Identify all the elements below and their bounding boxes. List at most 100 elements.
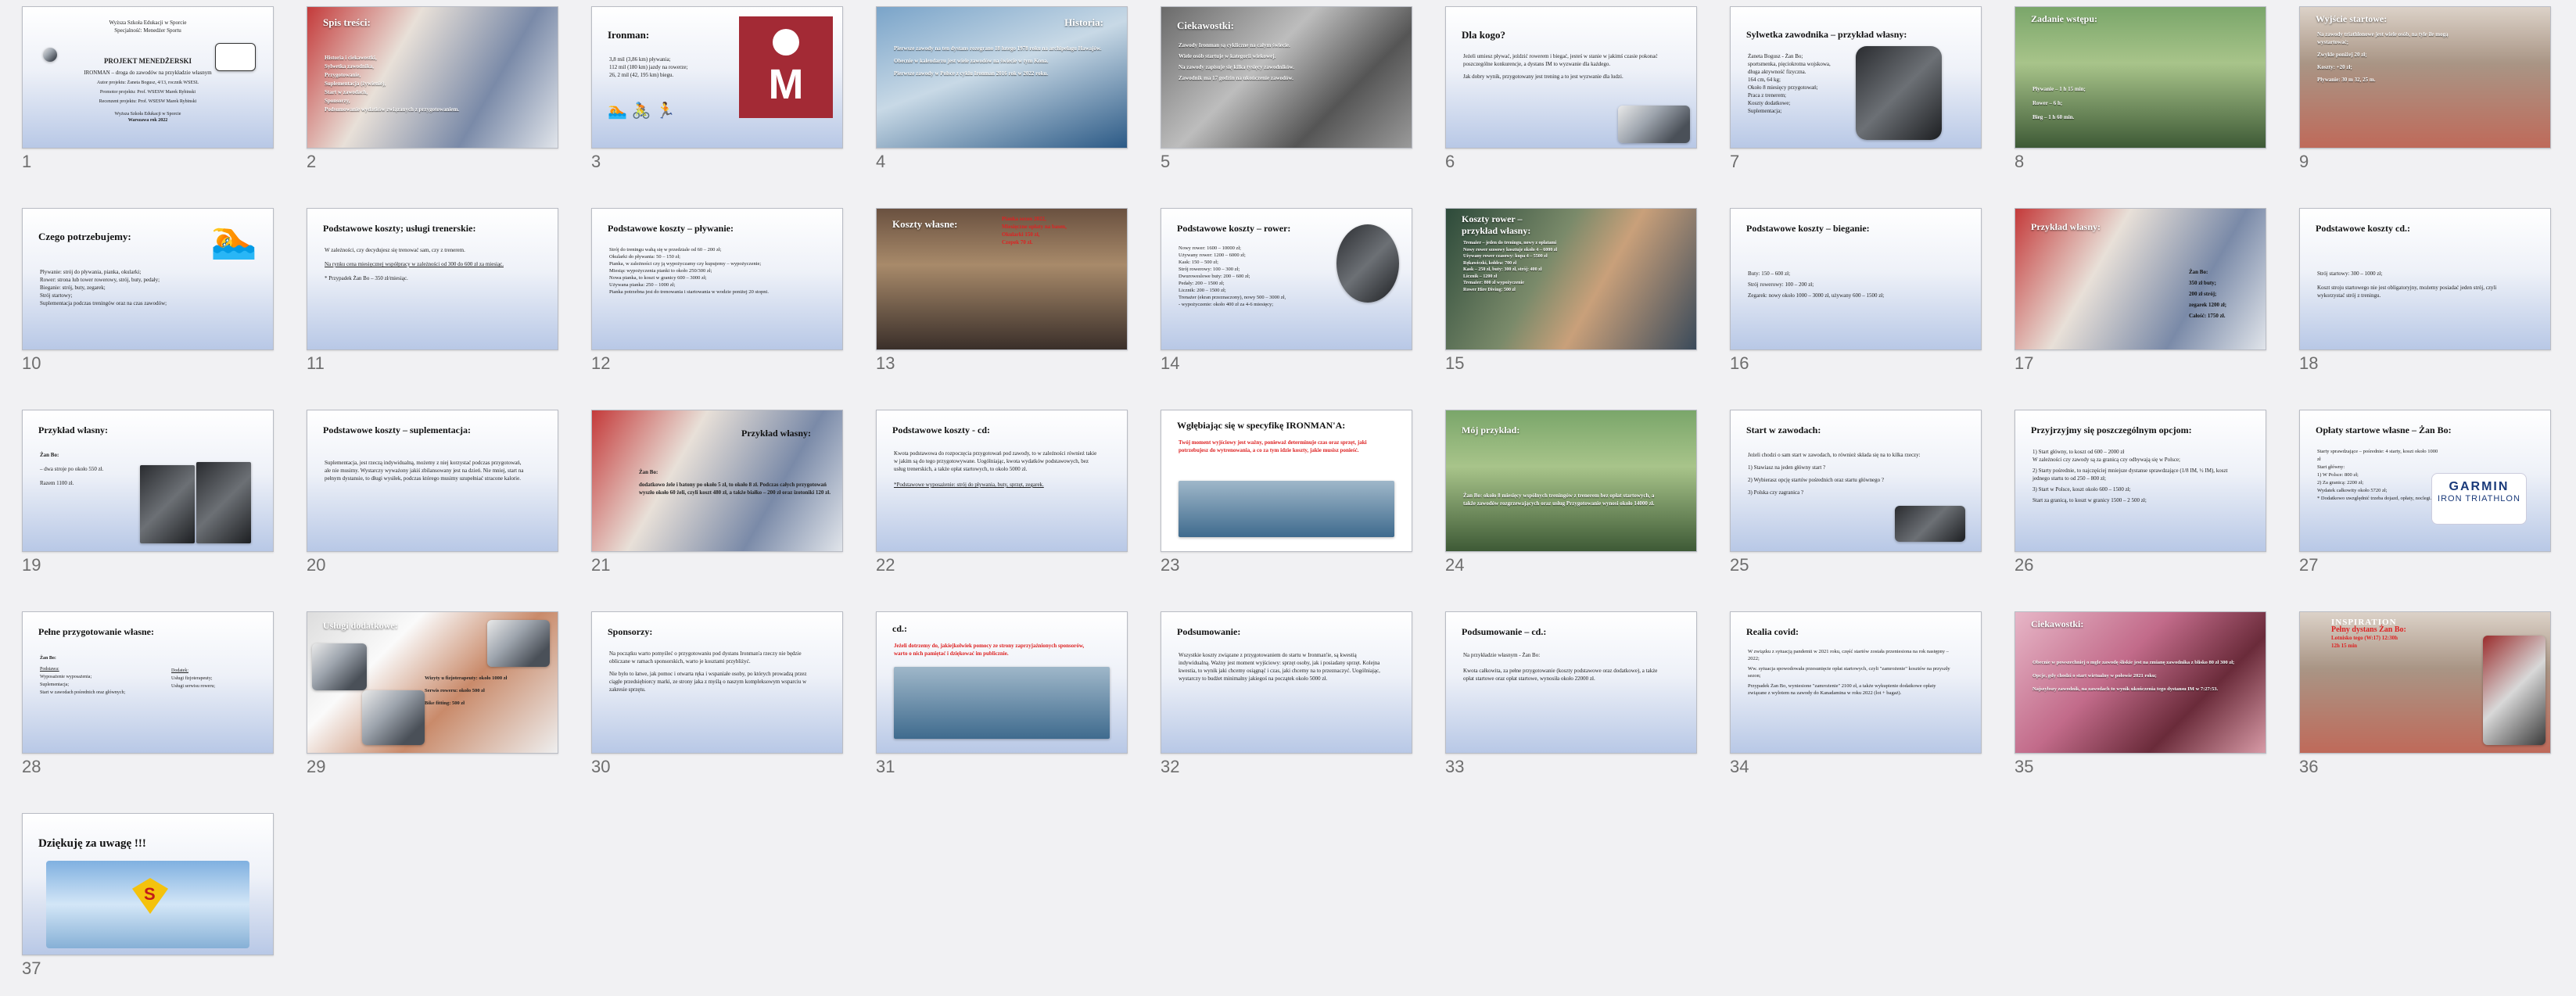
slide-32-line: Wszystkie koszty związane z przygotowani… (1179, 652, 1380, 682)
slide-28-thumbnail[interactable]: Pełne przygotowanie własne: Żan Bo: Pods… (22, 611, 274, 754)
slide-35[interactable]: Ciekawostki: Obecnie w powszechniej o mg… (2015, 611, 2266, 779)
slide-28[interactable]: Pełne przygotowanie własne: Żan Bo: Pods… (22, 611, 274, 779)
slide-29-thumbnail[interactable]: Usługi dodatkowe: Wizyty u fizjoterapeut… (307, 611, 558, 754)
slide-26-thumbnail[interactable]: Przyjrzyjmy się poszczególnym opcjom: 1)… (2015, 410, 2266, 552)
swim-start-photo (1179, 481, 1394, 537)
slide-37[interactable]: Dziękuję za uwagę !!! S 37 (22, 813, 274, 980)
slide-23-thumbnail[interactable]: Wgłębiając się w specyfikę IRONMAN'A: Tw… (1161, 410, 1412, 552)
slide-10[interactable]: Czego potrzebujemy: 🏊 Pływanie: strój do… (22, 208, 274, 375)
slide-3-thumbnail[interactable]: Ironman: 3,8 mil (3,86 km) pływania; 112… (591, 6, 843, 149)
slide-23[interactable]: Wgłębiając się w specyfikę IRONMAN'A: Tw… (1161, 410, 1412, 577)
slide-18[interactable]: Podstawowe koszty cd.: Strój startowy: 3… (2299, 208, 2551, 375)
slide-30-thumbnail[interactable]: Sponsorzy: Na początku warto pomyśleć o … (591, 611, 843, 754)
slide-31-thumbnail[interactable]: cd.: Jeżeli dotrzemy do, jakiejkolwiek p… (876, 611, 1128, 754)
slide-15[interactable]: Koszty rower – przykład własny: Trenażer… (1445, 208, 1697, 375)
slide-17-thumbnail[interactable]: Przykład własny: Żan Bo: 350 zł buty; 20… (2015, 208, 2266, 350)
slide-14-title: Podstawowe koszty – rower: (1177, 223, 1291, 234)
slide-16-title: Podstawowe koszty – bieganie: (1746, 223, 1870, 234)
slide-23-line: Twój moment wyjściowy jest ważny, poniew… (1179, 439, 1367, 453)
slide-22-thumbnail[interactable]: Podstawowe koszty - cd: Kwota podstawowa… (876, 410, 1128, 552)
slide-22[interactable]: Podstawowe koszty - cd: Kwota podstawowa… (876, 410, 1128, 577)
slide-12-line: Pianka potrzebna jest do trenowania i st… (609, 289, 769, 295)
slide-11-thumbnail[interactable]: Podstawowe koszty; usługi trenerskie: W … (307, 208, 558, 350)
slide-17-line: 350 zł buty; (2189, 280, 2216, 286)
slide-6[interactable]: Dla kogo? Jeżeli umiesz pływać, jeździć … (1445, 6, 1697, 174)
slide-17-title: Przykład własny: (2031, 221, 2101, 232)
slide-14-thumbnail[interactable]: Podstawowe koszty – rower: Nowy rower: 1… (1161, 208, 1412, 350)
slide-12-thumbnail[interactable]: Podstawowe koszty – pływanie: Strój do t… (591, 208, 843, 350)
slide-33-thumbnail[interactable]: Podsumowanie – cd.: Na przykładzie własn… (1445, 611, 1697, 754)
slide-7-thumbnail[interactable]: Sylwetka zawodnika – przykład własny: Ża… (1730, 6, 1982, 149)
slide-9-line: Koszty: +20 zł; (2317, 64, 2352, 70)
slide-14[interactable]: Podstawowe koszty – rower: Nowy rower: 1… (1161, 208, 1412, 375)
slide-35-line: Opcje, gdy chodzi o start wirtualny w po… (2032, 673, 2157, 679)
slide-11[interactable]: Podstawowe koszty; usługi trenerskie: W … (307, 208, 558, 375)
slide-5[interactable]: Ciekawostki: Zawody Ironman są cykliczne… (1161, 6, 1412, 174)
slide-21[interactable]: Przykład własny: Żan Bo: dodatkowo żele … (591, 410, 843, 577)
slide-13[interactable]: Koszty własne: Pianka sezon 2022, Miesię… (876, 208, 1128, 375)
slide-33[interactable]: Podsumowanie – cd.: Na przykładzie własn… (1445, 611, 1697, 779)
slide-20[interactable]: Podstawowe koszty – suplementacja: Suple… (307, 410, 558, 577)
slide-25-thumbnail[interactable]: Start w zawodach: Jeżeli chodzi o sam st… (1730, 410, 1982, 552)
slide-20-thumbnail[interactable]: Podstawowe koszty – suplementacja: Suple… (307, 410, 558, 552)
slide-9-thumbnail[interactable]: Wyjście startowe: Na zawody triathlonowe… (2299, 6, 2551, 149)
slide-32-thumbnail[interactable]: Podsumowanie: Wszystkie koszty związane … (1161, 611, 1412, 754)
slide-35-thumbnail[interactable]: Ciekawostki: Obecnie w powszechniej o mg… (2015, 611, 2266, 754)
slide-12-line: Miesiąc wypożyczenia pianki to około 250… (609, 268, 712, 274)
slide-number: 2 (307, 152, 317, 171)
slide-3[interactable]: Ironman: 3,8 mil (3,86 km) pływania; 112… (591, 6, 843, 174)
garmin-iron-triathlon-logo: GARMIN IRON TRIATHLON (2431, 473, 2527, 525)
slide-31[interactable]: cd.: Jeżeli dotrzemy do, jakiejkolwiek p… (876, 611, 1128, 779)
slide-21-line: Żan Bo: (639, 469, 658, 475)
slide-20-title: Podstawowe koszty – suplementacja: (323, 425, 471, 435)
slide-19[interactable]: Przykład własny: Żan Bo: – dwa stroje po… (22, 410, 274, 577)
slide-7[interactable]: Sylwetka zawodnika – przykład własny: Ża… (1730, 6, 1982, 174)
slide-9[interactable]: Wyjście startowe: Na zawody triathlonowe… (2299, 6, 2551, 174)
slide-1-thumbnail[interactable]: Wyższa Szkoła Edukacji w Sporcie Specjal… (22, 6, 274, 149)
slide-11-title: Podstawowe koszty; usługi trenerskie: (323, 223, 476, 234)
slide-2-thumbnail[interactable]: Spis treści: Historia i ciekawostki, Syl… (307, 6, 558, 149)
slide-21-thumbnail[interactable]: Przykład własny: Żan Bo: dodatkowo żele … (591, 410, 843, 552)
slide-15-thumbnail[interactable]: Koszty rower – przykład własny: Trenażer… (1445, 208, 1697, 350)
slide-32[interactable]: Podsumowanie: Wszystkie koszty związane … (1161, 611, 1412, 779)
slide-27-thumbnail[interactable]: Opłaty startowe własne – Żan Bo: Starty … (2299, 410, 2551, 552)
slide-8-thumbnail[interactable]: Zadanie wstępu: Pływanie – 1 h 15 min; R… (2015, 6, 2266, 149)
slide-29[interactable]: Usługi dodatkowe: Wizyty u fizjoterapeut… (307, 611, 558, 779)
slide-18-line: Koszt stroju startowego nie jest obligat… (2317, 285, 2497, 299)
slide-12[interactable]: Podstawowe koszty – pływanie: Strój do t… (591, 208, 843, 375)
slide-26[interactable]: Przyjrzyjmy się poszczególnym opcjom: 1)… (2015, 410, 2266, 577)
slide-5-thumbnail[interactable]: Ciekawostki: Zawody Ironman są cykliczne… (1161, 6, 1412, 149)
ironman-logo-icon: M (739, 16, 833, 118)
slide-18-thumbnail[interactable]: Podstawowe koszty cd.: Strój startowy: 3… (2299, 208, 2551, 350)
slide-25[interactable]: Start w zawodach: Jeżeli chodzi o sam st… (1730, 410, 1982, 577)
slide-number: 22 (876, 555, 895, 575)
slide-17[interactable]: Przykład własny: Żan Bo: 350 zł buty; 20… (2015, 208, 2266, 375)
slide-number: 37 (22, 958, 41, 978)
slide-4-thumbnail[interactable]: Historia: Pierwsze zawody na ten dystans… (876, 6, 1128, 149)
slide-36-thumbnail[interactable]: INSPIRATION Pełny dystans Żan Bo: Lotnis… (2299, 611, 2551, 754)
slide-36[interactable]: INSPIRATION Pełny dystans Żan Bo: Lotnis… (2299, 611, 2551, 779)
slide-37-thumbnail[interactable]: Dziękuję za uwagę !!! S (22, 813, 274, 955)
slide-34[interactable]: Realia covid: W związku z sytuacją pande… (1730, 611, 1982, 779)
slide-2[interactable]: Spis treści: Historia i ciekawostki, Syl… (307, 6, 558, 174)
slide-6-thumbnail[interactable]: Dla kogo? Jeżeli umiesz pływać, jeździć … (1445, 6, 1697, 149)
slide-16-thumbnail[interactable]: Podstawowe koszty – bieganie: Buty: 150 … (1730, 208, 1982, 350)
slide-24[interactable]: Mój przykład: Żan Bo: około 8 miesięcy w… (1445, 410, 1697, 577)
slide-10-thumbnail[interactable]: Czego potrzebujemy: 🏊 Pływanie: strój do… (22, 208, 274, 350)
slide-31-line: Jeżeli dotrzemy do, jakiejkolwiek pomocy… (894, 643, 1085, 657)
slide-13-thumbnail[interactable]: Koszty własne: Pianka sezon 2022, Miesię… (876, 208, 1128, 350)
slide-27[interactable]: Opłaty startowe własne – Żan Bo: Starty … (2299, 410, 2551, 577)
slide-9-line: Na zawody triathlonowe jest wiele osób, … (2317, 31, 2449, 45)
slide-30[interactable]: Sponsorzy: Na początku warto pomyśleć o … (591, 611, 843, 779)
slide-25-line: Jeżeli chodzi o sam start w zawodach, to… (1748, 452, 1921, 458)
slide-4[interactable]: Historia: Pierwsze zawody na ten dystans… (876, 6, 1128, 174)
slide-4-line: Obecnie w kalendarzu jest wiele zawodów … (894, 58, 1049, 64)
slide-24-thumbnail[interactable]: Mój przykład: Żan Bo: około 8 miesięcy w… (1445, 410, 1697, 552)
slide-19-thumbnail[interactable]: Przykład własny: Żan Bo: – dwa stroje po… (22, 410, 274, 552)
slide-8[interactable]: Zadanie wstępu: Pływanie – 1 h 15 min; R… (2015, 6, 2266, 174)
slide-16[interactable]: Podstawowe koszty – bieganie: Buty: 150 … (1730, 208, 1982, 375)
slide-17-line: 200 zł strój; (2189, 291, 2217, 297)
slide-1[interactable]: Wyższa Szkoła Edukacji w Sporcie Specjal… (22, 6, 274, 174)
slide-34-thumbnail[interactable]: Realia covid: W związku z sytuacją pande… (1730, 611, 1982, 754)
iron-triathlon-logo-text: IRON TRIATHLON (2438, 494, 2520, 503)
